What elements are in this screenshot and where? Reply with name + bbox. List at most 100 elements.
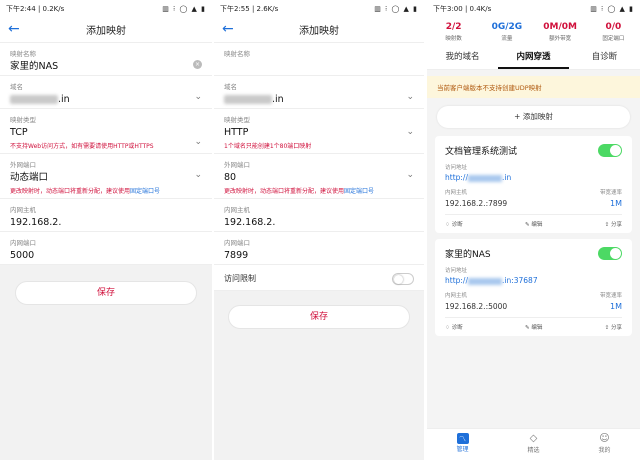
status-bar: 下午3:00 | 0.4K/s ▥ ⁝ ◯ ▲ ▮ [427,0,640,17]
nav-mine[interactable]: ☺ 我的 [569,429,640,460]
ext-port-field[interactable]: 外网端口 80 ⌄ 更改映射时，动态端口将重新分配，建议使用固定端口号 [214,154,424,199]
type-select[interactable]: TCP [10,124,202,141]
type-field[interactable]: 映射类型 TCP ⌄ 不支持Web访问方式，如有需要请使用HTTP或HTTPS [0,109,212,154]
name-label: 映射名称 [10,50,36,58]
status-icons: ▥ ⁝ ◯ ▲ ▮ [162,4,206,13]
edit-label: 编辑 [531,222,543,228]
name-input[interactable]: 家里的NAS [10,58,202,75]
url-prefix: http:// [445,276,468,285]
port-input[interactable]: 5000 [10,247,202,264]
domain-suffix: .in [58,94,70,105]
smile-icon: ☺ [599,433,610,444]
stat-fixed-port: 0/0 固定端口 [587,22,640,42]
host-label: 内网主机 [445,190,468,196]
name-field[interactable]: 映射名称 家里的NAS × [0,43,212,76]
bandwidth-value: 1M [610,302,622,311]
type-select[interactable]: HTTP [224,124,414,141]
stat-traffic: 0G/2G 流量 [480,22,533,42]
ext-port-select[interactable]: 80 [224,169,414,186]
ext-port-hint: 更改映射时，动态端口将重新分配，建议使用固定端口号 [10,186,202,198]
edit-button[interactable]: ✎ 编辑 [525,323,542,331]
phone-add-mapping-tcp: 下午2:44 | 0.2K/s ▥ ⁝ ◯ ▲ ▮ ← 添加映射 映射名称 家里… [0,0,212,460]
url-suffix: .in [501,173,512,182]
diamond-icon: ◇ [529,433,538,444]
domain-field[interactable]: 域名 .in ⌄ [0,76,212,109]
edit-button[interactable]: ✎ 编辑 [525,220,542,228]
nav-manage[interactable]: 〽管理 [427,429,498,460]
back-arrow-icon[interactable]: ← [222,21,234,37]
type-hint: 不支持Web访问方式，如有需要请使用HTTP或HTTPS [10,143,154,150]
url-prefix: http:// [445,173,468,182]
host-input[interactable]: 192.168.2. [224,214,414,231]
ext-port-select[interactable]: 动态端口 [10,169,202,186]
tab-intranet-penetration[interactable]: 内网穿透 [498,46,569,69]
port-field[interactable]: 内网端口 5000 [0,232,212,265]
phone-mapping-list: 下午3:00 | 0.4K/s ▥ ⁝ ◯ ▲ ▮ 2/2 映射数 0G/2G 流量… [427,0,640,460]
stat-extra-bandwidth: 0M/0M 额外带宽 [534,22,587,42]
nav-featured[interactable]: ◇ 精选 [498,429,569,460]
diagnose-icon: ♢ [445,222,452,228]
add-mapping-button[interactable]: + 添加映射 [437,106,630,128]
chevron-down-icon[interactable]: ⌄ [194,92,202,102]
ext-port-hint: 更改映射时，动态端口将重新分配，建议使用固定端口号 [224,186,414,198]
status-time: 下午3:00 | 0.4K/s [433,4,492,13]
chevron-down-icon[interactable]: ⌄ [194,170,202,180]
mapping-form: 映射名称 家里的NAS × 域名 .in ⌄ 映射类型 TCP ⌄ 不支持Web… [0,43,212,265]
name-field[interactable]: 映射名称 [214,43,424,76]
nav-bar: ← 添加映射 [214,17,424,43]
ext-port-field[interactable]: 外网端口 动态端口 ⌄ 更改映射时，动态端口将重新分配，建议使用固定端口号 [0,154,212,199]
type-field[interactable]: 映射类型 HTTP ⌄ 1个域名只能创建1个80端口映射 [214,109,424,154]
name-input[interactable] [224,58,414,75]
host-label: 内网主机 [445,293,468,299]
port-field[interactable]: 内网端口 7899 [214,232,424,265]
bottom-nav: 〽管理 ◇ 精选 ☺ 我的 [427,428,640,460]
host-field[interactable]: 内网主机 192.168.2. [0,199,212,232]
udp-notice: 当前客户端版本不支持创建UDP映射 [427,76,640,98]
tab-my-domains[interactable]: 我的域名 [427,46,498,69]
fixed-port-link[interactable]: 固定端口号 [130,188,160,195]
clear-icon[interactable]: × [193,60,202,69]
nav-featured-label: 精选 [527,447,540,454]
domain-label: 域名 [224,83,237,91]
stat-cap: 额外带宽 [549,36,572,42]
mapping-enable-switch[interactable] [598,144,622,157]
chevron-down-icon[interactable]: ⌄ [406,92,414,102]
tab-self-diagnosis[interactable]: 自诊断 [569,46,640,69]
port-input[interactable]: 7899 [224,247,414,264]
host-input[interactable]: 192.168.2. [10,214,202,231]
access-url-link[interactable]: http:// .in:37687 [445,276,622,285]
chevron-down-icon[interactable]: ⌄ [406,170,414,180]
status-icons: ▥ ⁝ ◯ ▲ ▮ [590,4,634,13]
edit-label: 编辑 [531,325,543,331]
share-button[interactable]: ⇪ 分享 [605,323,622,331]
save-button[interactable]: 保存 [15,281,197,305]
access-limit-label: 访问限制 [224,274,256,283]
access-limit-toggle[interactable] [392,273,414,285]
domain-field[interactable]: 域名 .in ⌄ [214,76,424,109]
diagnose-button[interactable]: ♢ 诊断 [445,220,463,228]
chevron-down-icon[interactable]: ⌄ [194,137,202,147]
save-button[interactable]: 保存 [228,305,410,329]
status-time: 下午2:44 | 0.2K/s [6,4,65,13]
back-arrow-icon[interactable]: ← [8,21,20,37]
mapping-card: 家里的NAS 访问地址 http:// .in:37687 内网主机 带宽速率 1… [435,239,632,336]
access-url-link[interactable]: http:// .in [445,173,622,182]
ext-hint-text: 更改映射时，动态端口将重新分配，建议使用 [224,188,345,195]
fixed-port-link[interactable]: 固定端口号 [344,188,374,195]
host-field[interactable]: 内网主机 192.168.2. [214,199,424,232]
blurred-domain [467,277,502,285]
chevron-down-icon[interactable]: ⌄ [406,127,414,137]
access-limit-field[interactable]: 访问限制 [214,265,424,291]
access-label: 访问地址 [445,165,468,171]
domain-label: 域名 [10,83,23,91]
bandwidth-value: 1M [610,199,622,208]
stat-num: 0M/0M [543,22,577,32]
share-button[interactable]: ⇪ 分享 [605,220,622,228]
diagnose-button[interactable]: ♢ 诊断 [445,323,463,331]
stat-cap: 流量 [501,36,513,42]
share-label: 分享 [610,325,622,331]
port-label: 内网端口 [224,239,250,247]
host-value: 192.168.2.:7899 [445,199,507,208]
mapping-enable-switch[interactable] [598,247,622,260]
host-port: :5000 [485,302,508,311]
